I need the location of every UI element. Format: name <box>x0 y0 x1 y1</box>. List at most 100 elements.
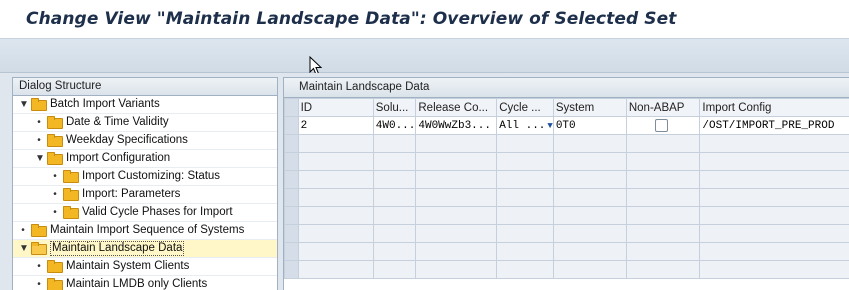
empty-table-row[interactable] <box>285 261 849 279</box>
empty-cell[interactable] <box>497 243 554 261</box>
empty-cell[interactable] <box>626 171 700 189</box>
expand-arrow-icon[interactable]: ▼ <box>19 96 27 113</box>
empty-table-row[interactable] <box>285 171 849 189</box>
tree-node[interactable]: •Maintain System Clients <box>13 258 277 276</box>
tree-node[interactable]: •Weekday Specifications <box>13 132 277 150</box>
tree-node-label[interactable]: Maintain Landscape Data <box>50 241 184 256</box>
empty-cell[interactable] <box>626 243 700 261</box>
tree-node[interactable]: ▼Maintain Landscape Data <box>13 240 277 258</box>
tree-node-label[interactable]: Import Customizing: Status <box>82 168 220 185</box>
tree-node[interactable]: •Import: Parameters <box>13 186 277 204</box>
empty-cell[interactable] <box>626 225 700 243</box>
empty-cell[interactable] <box>298 189 373 207</box>
empty-cell[interactable] <box>298 225 373 243</box>
empty-cell[interactable] <box>373 153 416 171</box>
column-header-solution[interactable]: Solu... <box>373 99 416 117</box>
empty-cell[interactable] <box>497 225 554 243</box>
column-header-import-config[interactable]: Import Config <box>700 99 849 117</box>
tree-node-label[interactable]: Maintain System Clients <box>66 258 189 275</box>
expand-arrow-icon[interactable]: ▼ <box>35 150 43 167</box>
empty-cell[interactable] <box>416 189 497 207</box>
empty-cell[interactable] <box>553 243 626 261</box>
row-selector[interactable] <box>285 189 299 207</box>
row-selector[interactable] <box>285 225 299 243</box>
empty-table-row[interactable] <box>285 189 849 207</box>
row-selector[interactable] <box>285 117 299 135</box>
empty-cell[interactable] <box>497 207 554 225</box>
empty-cell[interactable] <box>553 261 626 279</box>
empty-cell[interactable] <box>416 153 497 171</box>
table-row[interactable]: 2 4W0... 4W0WwZb3... All ...▼ 0T0 /OST/I… <box>285 117 849 135</box>
column-header-cycle[interactable]: Cycle ... <box>497 99 554 117</box>
empty-table-row[interactable] <box>285 135 849 153</box>
empty-cell[interactable] <box>298 243 373 261</box>
cell-system[interactable]: 0T0 <box>553 117 626 135</box>
empty-cell[interactable] <box>700 153 849 171</box>
empty-cell[interactable] <box>626 207 700 225</box>
row-selector[interactable] <box>285 243 299 261</box>
cell-id[interactable]: 2 <box>298 117 373 135</box>
empty-cell[interactable] <box>700 171 849 189</box>
tree-node-label[interactable]: Valid Cycle Phases for Import <box>82 204 233 221</box>
empty-cell[interactable] <box>497 189 554 207</box>
tree-node-label[interactable]: Batch Import Variants <box>50 96 160 113</box>
dropdown-arrow-icon[interactable]: ▼ <box>547 121 552 131</box>
empty-cell[interactable] <box>373 261 416 279</box>
tree-node[interactable]: •Import Customizing: Status <box>13 168 277 186</box>
empty-cell[interactable] <box>553 171 626 189</box>
empty-cell[interactable] <box>626 153 700 171</box>
tree-node[interactable]: •Maintain LMDB only Clients <box>13 276 277 290</box>
empty-cell[interactable] <box>298 153 373 171</box>
empty-cell[interactable] <box>700 225 849 243</box>
tree-node[interactable]: ▼ Import Configuration <box>13 150 277 168</box>
empty-cell[interactable] <box>553 207 626 225</box>
empty-table-row[interactable] <box>285 243 849 261</box>
empty-cell[interactable] <box>700 189 849 207</box>
tree-node[interactable]: •Valid Cycle Phases for Import <box>13 204 277 222</box>
empty-cell[interactable] <box>416 207 497 225</box>
row-selector[interactable] <box>285 135 299 153</box>
tree-node-label[interactable]: Import Configuration <box>66 150 170 167</box>
cell-release[interactable]: 4W0WwZb3... <box>416 117 497 135</box>
column-header-non-abap[interactable]: Non-ABAP <box>626 99 700 117</box>
column-header-system[interactable]: System <box>553 99 626 117</box>
tree-node-label[interactable]: Maintain LMDB only Clients <box>66 276 207 290</box>
cell-non-abap[interactable] <box>626 117 700 135</box>
empty-cell[interactable] <box>373 207 416 225</box>
empty-cell[interactable] <box>416 261 497 279</box>
cell-cycle[interactable]: All ...▼ <box>497 117 554 135</box>
row-selector[interactable] <box>285 153 299 171</box>
tree-node-label[interactable]: Weekday Specifications <box>66 132 188 149</box>
empty-cell[interactable] <box>700 261 849 279</box>
tree-node-label[interactable]: Import: Parameters <box>82 186 180 203</box>
empty-cell[interactable] <box>626 135 700 153</box>
cell-import-config[interactable]: /OST/IMPORT_PRE_PROD <box>700 117 849 135</box>
empty-table-row[interactable] <box>285 225 849 243</box>
empty-cell[interactable] <box>416 135 497 153</box>
empty-cell[interactable] <box>497 135 554 153</box>
empty-cell[interactable] <box>373 243 416 261</box>
tree-node-label[interactable]: Maintain Import Sequence of Systems <box>50 222 244 239</box>
empty-cell[interactable] <box>373 135 416 153</box>
empty-cell[interactable] <box>298 135 373 153</box>
non-abap-checkbox[interactable] <box>655 119 668 132</box>
tree-node-label[interactable]: Date & Time Validity <box>66 114 169 131</box>
select-all-cell[interactable] <box>285 99 299 117</box>
empty-cell[interactable] <box>700 135 849 153</box>
empty-cell[interactable] <box>298 207 373 225</box>
column-header-id[interactable]: ID <box>298 99 373 117</box>
empty-cell[interactable] <box>553 153 626 171</box>
empty-cell[interactable] <box>700 243 849 261</box>
column-header-release[interactable]: Release Co... <box>416 99 497 117</box>
empty-cell[interactable] <box>497 171 554 189</box>
empty-cell[interactable] <box>298 261 373 279</box>
row-selector[interactable] <box>285 207 299 225</box>
empty-cell[interactable] <box>700 207 849 225</box>
empty-cell[interactable] <box>497 261 554 279</box>
empty-cell[interactable] <box>553 135 626 153</box>
empty-cell[interactable] <box>553 225 626 243</box>
empty-cell[interactable] <box>373 171 416 189</box>
tree-node[interactable]: •Date & Time Validity <box>13 114 277 132</box>
empty-cell[interactable] <box>373 189 416 207</box>
empty-cell[interactable] <box>373 225 416 243</box>
